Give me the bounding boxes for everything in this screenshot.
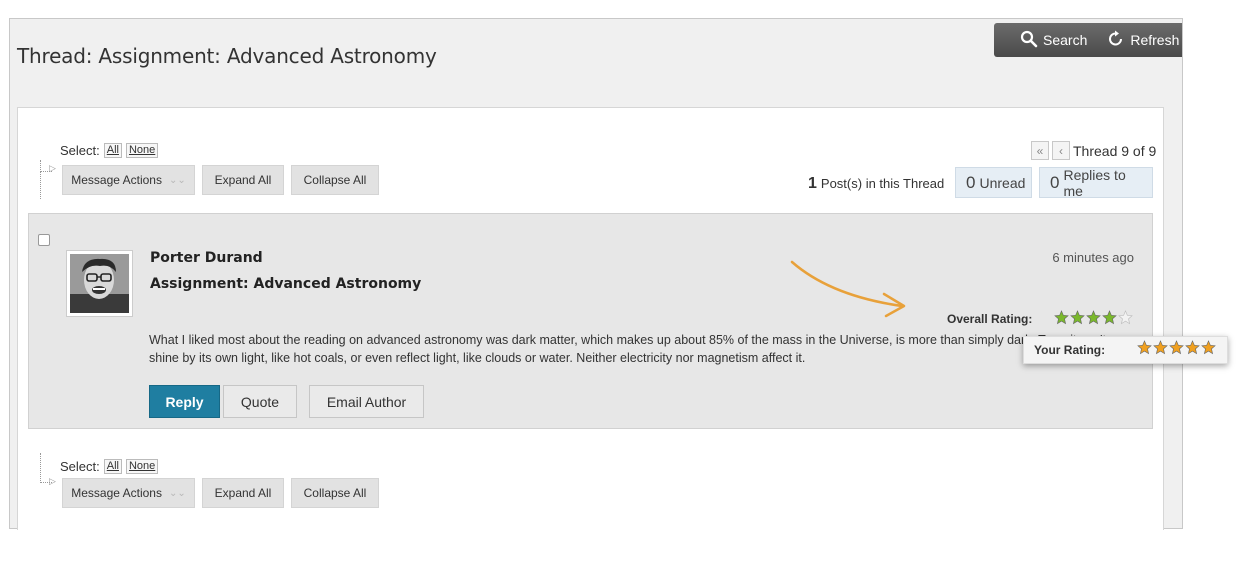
select-row-bottom: Select: All None	[60, 459, 159, 474]
refresh-label: Refresh	[1130, 32, 1180, 48]
expand-all-button[interactable]: Expand All	[202, 478, 284, 508]
post-count: 1 Post(s) in this Thread	[808, 175, 944, 193]
collapse-all-button[interactable]: Collapse All	[291, 478, 379, 508]
top-toolbar: Search Refresh	[994, 23, 1182, 57]
post-body: What I liked most about the reading on a…	[149, 333, 1107, 365]
select-label: Select:	[60, 459, 100, 474]
chevron-down-icon: ⌄⌄	[168, 174, 186, 186]
tree-arrow-icon: ▷	[49, 476, 56, 486]
your-rating-star-icon[interactable]	[1169, 340, 1184, 360]
annotation-arrow-icon	[790, 260, 906, 318]
your-rating-star-icon[interactable]	[1137, 340, 1152, 360]
avatar	[66, 250, 133, 317]
message-actions-button[interactable]: Message Actions ⌄⌄	[62, 478, 195, 508]
overall-rating-label: Overall Rating:	[947, 312, 1033, 326]
overall-rating-star-icon	[1086, 310, 1101, 330]
quote-button[interactable]: Quote	[223, 385, 297, 418]
message-actions-label: Message Actions	[71, 486, 162, 500]
email-author-button[interactable]: Email Author	[309, 385, 424, 418]
select-all-link[interactable]: All	[103, 143, 122, 158]
post-timestamp: 6 minutes ago	[1052, 250, 1134, 265]
select-none-link[interactable]: None	[125, 459, 159, 474]
select-none-link[interactable]: None	[125, 143, 159, 158]
overall-rating-star-icon	[1054, 310, 1069, 330]
select-row-top: Select: All None	[60, 143, 159, 158]
message-actions-label: Message Actions	[71, 173, 162, 187]
search-button[interactable]: Search	[1020, 30, 1087, 51]
reply-button[interactable]: Reply	[149, 385, 220, 418]
post-subject: Assignment: Advanced Astronomy	[150, 276, 422, 292]
post-checkbox[interactable]	[38, 234, 50, 246]
post-card: Porter Durand Assignment: Advanced Astro…	[28, 213, 1153, 429]
select-all-link[interactable]: All	[103, 459, 122, 474]
chevron-down-icon: ⌄⌄	[168, 487, 186, 499]
overall-rating-star-icon	[1102, 310, 1117, 330]
search-icon	[1020, 30, 1038, 51]
refresh-icon	[1107, 30, 1125, 51]
unread-count: 0	[966, 172, 976, 192]
expand-all-button[interactable]: Expand All	[202, 165, 284, 195]
collapse-all-label: Collapse All	[303, 173, 367, 187]
collapse-all-label: Collapse All	[303, 486, 367, 500]
unread-filter[interactable]: 0 Unread	[955, 167, 1032, 198]
select-label: Select:	[60, 143, 100, 158]
first-thread-icon[interactable]: «	[1031, 141, 1049, 160]
expand-all-label: Expand All	[214, 486, 272, 500]
your-rating-star-icon[interactable]	[1185, 340, 1200, 360]
overall-rating-stars	[1054, 310, 1133, 330]
unread-label: Unread	[979, 174, 1026, 191]
refresh-button[interactable]: Refresh	[1107, 30, 1179, 51]
overall-rating-star-icon	[1118, 310, 1133, 330]
your-rating-label: Your Rating:	[1034, 343, 1106, 357]
your-rating-star-icon[interactable]	[1201, 340, 1216, 360]
page-title: Thread: Assignment: Advanced Astronomy	[17, 44, 437, 68]
message-actions-button[interactable]: Message Actions ⌄⌄	[62, 165, 195, 195]
post-count-label: Post(s) in this Thread	[820, 176, 945, 191]
your-rating-popover: Your Rating:	[1023, 336, 1228, 364]
replies-to-me-filter[interactable]: 0 Replies to me	[1039, 166, 1153, 199]
thread-pager: « ‹ Thread 9 of 9	[1031, 141, 1156, 160]
post-author[interactable]: Porter Durand	[150, 250, 263, 266]
your-rating-star-icon[interactable]	[1153, 340, 1168, 360]
tree-connector	[40, 171, 52, 199]
avatar-photo	[70, 254, 129, 313]
previous-thread-icon[interactable]: ‹	[1052, 141, 1070, 160]
overall-rating-star-icon	[1070, 310, 1085, 330]
pager-label: Thread 9 of 9	[1073, 142, 1157, 159]
search-label: Search	[1043, 32, 1088, 48]
expand-all-label: Expand All	[214, 173, 272, 187]
your-rating-stars[interactable]	[1137, 340, 1216, 360]
post-count-number: 1	[808, 175, 817, 192]
replies-count: 0	[1050, 172, 1060, 192]
tree-arrow-icon: ▷	[49, 163, 56, 173]
replies-label: Replies to me	[1063, 166, 1126, 199]
collapse-all-button[interactable]: Collapse All	[291, 165, 379, 195]
